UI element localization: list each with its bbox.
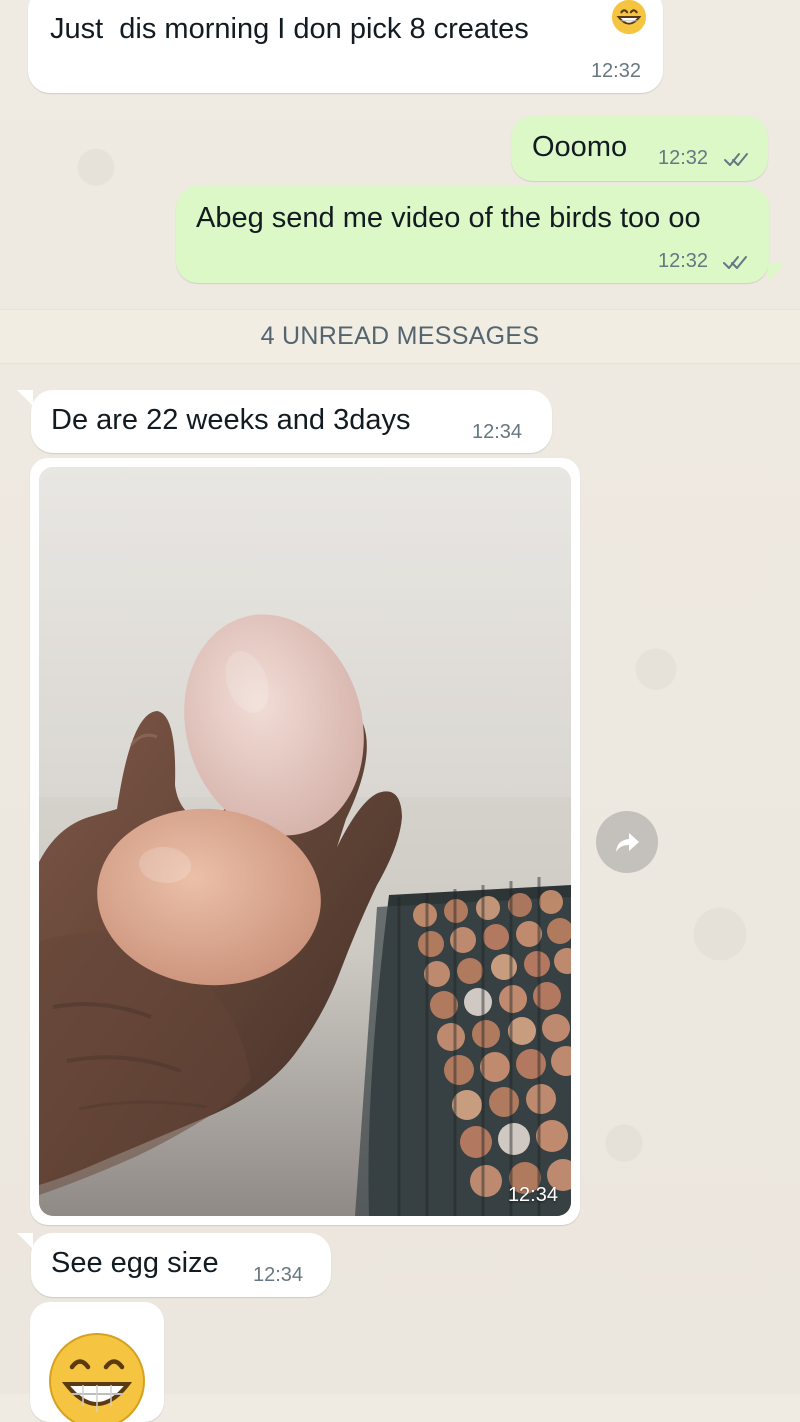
incoming-image-message[interactable]: 12:34 [30,458,580,1225]
message-text: See egg size [51,1247,219,1279]
message-time: 12:32 [590,60,641,82]
unread-messages-label: 4 UNREAD MESSAGES [260,322,540,350]
forward-button[interactable] [596,811,658,873]
outgoing-bubble-tail [768,263,786,281]
grinning-face-icon [49,1333,145,1422]
unread-messages-divider: 4 UNREAD MESSAGES [0,309,800,364]
message-time: 12:32 [658,147,709,169]
outgoing-message-bubble[interactable]: Abeg send me video of the birds too oo 1… [176,186,769,283]
share-forward-icon [616,833,639,852]
incoming-bubble-tail [17,1233,33,1249]
incoming-message-bubble[interactable]: Just dis morning I don pick 8 creates 12… [28,0,663,93]
incoming-emoji-message[interactable] [30,1302,164,1422]
double-check-icon [724,153,748,166]
message-text: Abeg send me video of the birds too oo [196,202,701,234]
message-text: Just dis morning I don pick 8 creates [50,13,529,45]
message-time: 12:34 [472,421,523,443]
incoming-message-bubble[interactable]: De are 22 weeks and 3days 12:34 [31,390,552,453]
message-time: 12:34 [253,1264,304,1286]
message-time: 12:32 [658,250,709,272]
message-text: De are 22 weeks and 3days [51,404,411,436]
double-check-icon [723,256,747,269]
message-text: Ooomo [532,131,628,163]
outgoing-message-bubble[interactable]: Ooomo 12:32 [511,116,768,181]
image-message-time: 12:34 [507,1184,558,1206]
incoming-message-bubble[interactable]: See egg size 12:34 [31,1233,331,1297]
incoming-bubble-tail [17,390,33,406]
eggs-in-hand-photo[interactable] [39,467,571,1216]
grinning-face-icon [611,0,647,35]
